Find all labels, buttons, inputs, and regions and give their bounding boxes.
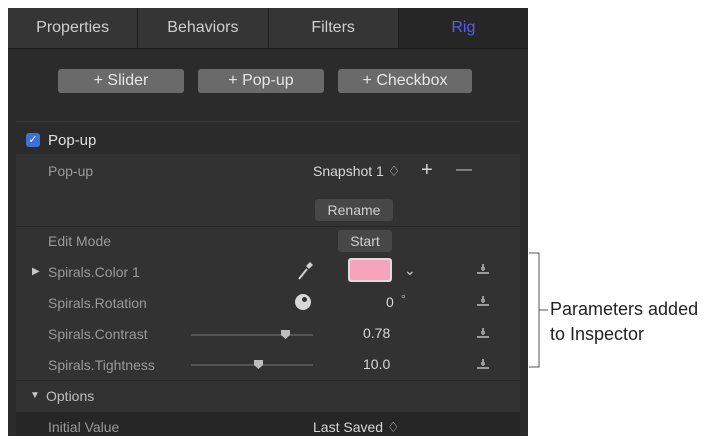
rotation-value[interactable]: 0: [386, 294, 394, 310]
contrast-slider-thumb[interactable]: [281, 330, 290, 339]
add-slider-button[interactable]: + Slider: [58, 69, 184, 93]
initial-value-popup-menu[interactable]: Last Saved ♢: [313, 419, 400, 436]
options-disclosure-triangle-icon[interactable]: ▼: [30, 390, 40, 401]
options-label[interactable]: Options: [46, 388, 94, 404]
start-edit-mode-button[interactable]: Start: [338, 230, 392, 252]
rig-param-icon[interactable]: [476, 296, 490, 308]
rig-param-icon[interactable]: [476, 264, 490, 276]
param-color-label: Spirals.Color 1: [48, 264, 140, 280]
param-contrast-label: Spirals.Contrast: [48, 326, 148, 342]
param-tightness-label: Spirals.Tightness: [48, 357, 155, 373]
widget-group-header: ✓ Pop-up: [8, 128, 528, 154]
color-swatch: [350, 260, 390, 280]
inspector-panel: Properties Behaviors Filters Rig + Slide…: [8, 8, 528, 436]
annotation-line-1: Parameters added: [550, 299, 699, 319]
tab-filters[interactable]: Filters: [268, 8, 399, 48]
remove-snapshot-button[interactable]: —: [456, 161, 472, 179]
disclosure-triangle-icon[interactable]: ▶: [32, 266, 40, 277]
snapshot-popup-menu[interactable]: Snapshot 1 ♢: [313, 163, 400, 180]
annotation-line-2: to Inspector: [550, 324, 645, 344]
add-checkbox-button[interactable]: + Checkbox: [338, 69, 472, 93]
initial-value-label: Initial Value: [48, 419, 120, 435]
rig-param-icon[interactable]: [476, 359, 490, 371]
contrast-value[interactable]: 0.78: [363, 325, 390, 341]
edit-mode-label: Edit Mode: [48, 233, 112, 249]
tab-behaviors[interactable]: Behaviors: [138, 8, 269, 48]
widget-body: Pop-up Snapshot 1 ♢ + — Rename Edit Mode…: [16, 154, 520, 436]
rename-button[interactable]: Rename: [315, 199, 393, 221]
inspector-tabs: Properties Behaviors Filters Rig: [8, 8, 528, 49]
param-rotation-label: Spirals.Rotation: [48, 295, 147, 311]
rig-param-icon[interactable]: [476, 328, 490, 340]
tightness-slider-thumb[interactable]: [254, 360, 263, 369]
popup-label: Pop-up: [48, 163, 94, 179]
divider: [16, 226, 520, 227]
eyedropper-icon[interactable]: [296, 260, 314, 282]
tightness-slider[interactable]: [191, 364, 313, 366]
add-snapshot-button[interactable]: +: [421, 159, 433, 182]
divider: [16, 121, 520, 122]
initial-value-row: Initial Value Last Saved ♢: [16, 412, 520, 436]
color-well[interactable]: [348, 258, 392, 282]
contrast-slider[interactable]: [191, 334, 313, 336]
widget-title: Pop-up: [48, 132, 97, 149]
rotation-dial-icon[interactable]: [295, 294, 311, 310]
divider: [16, 380, 520, 381]
tightness-value[interactable]: 10.0: [363, 356, 390, 372]
tab-properties[interactable]: Properties: [8, 8, 139, 48]
rotation-unit: °: [401, 292, 406, 306]
add-popup-button[interactable]: + Pop-up: [198, 69, 324, 93]
widget-enable-checkbox[interactable]: ✓: [26, 133, 40, 147]
tab-rig[interactable]: Rig: [398, 8, 528, 48]
color-menu-chevron-icon[interactable]: ⌄: [404, 262, 416, 279]
